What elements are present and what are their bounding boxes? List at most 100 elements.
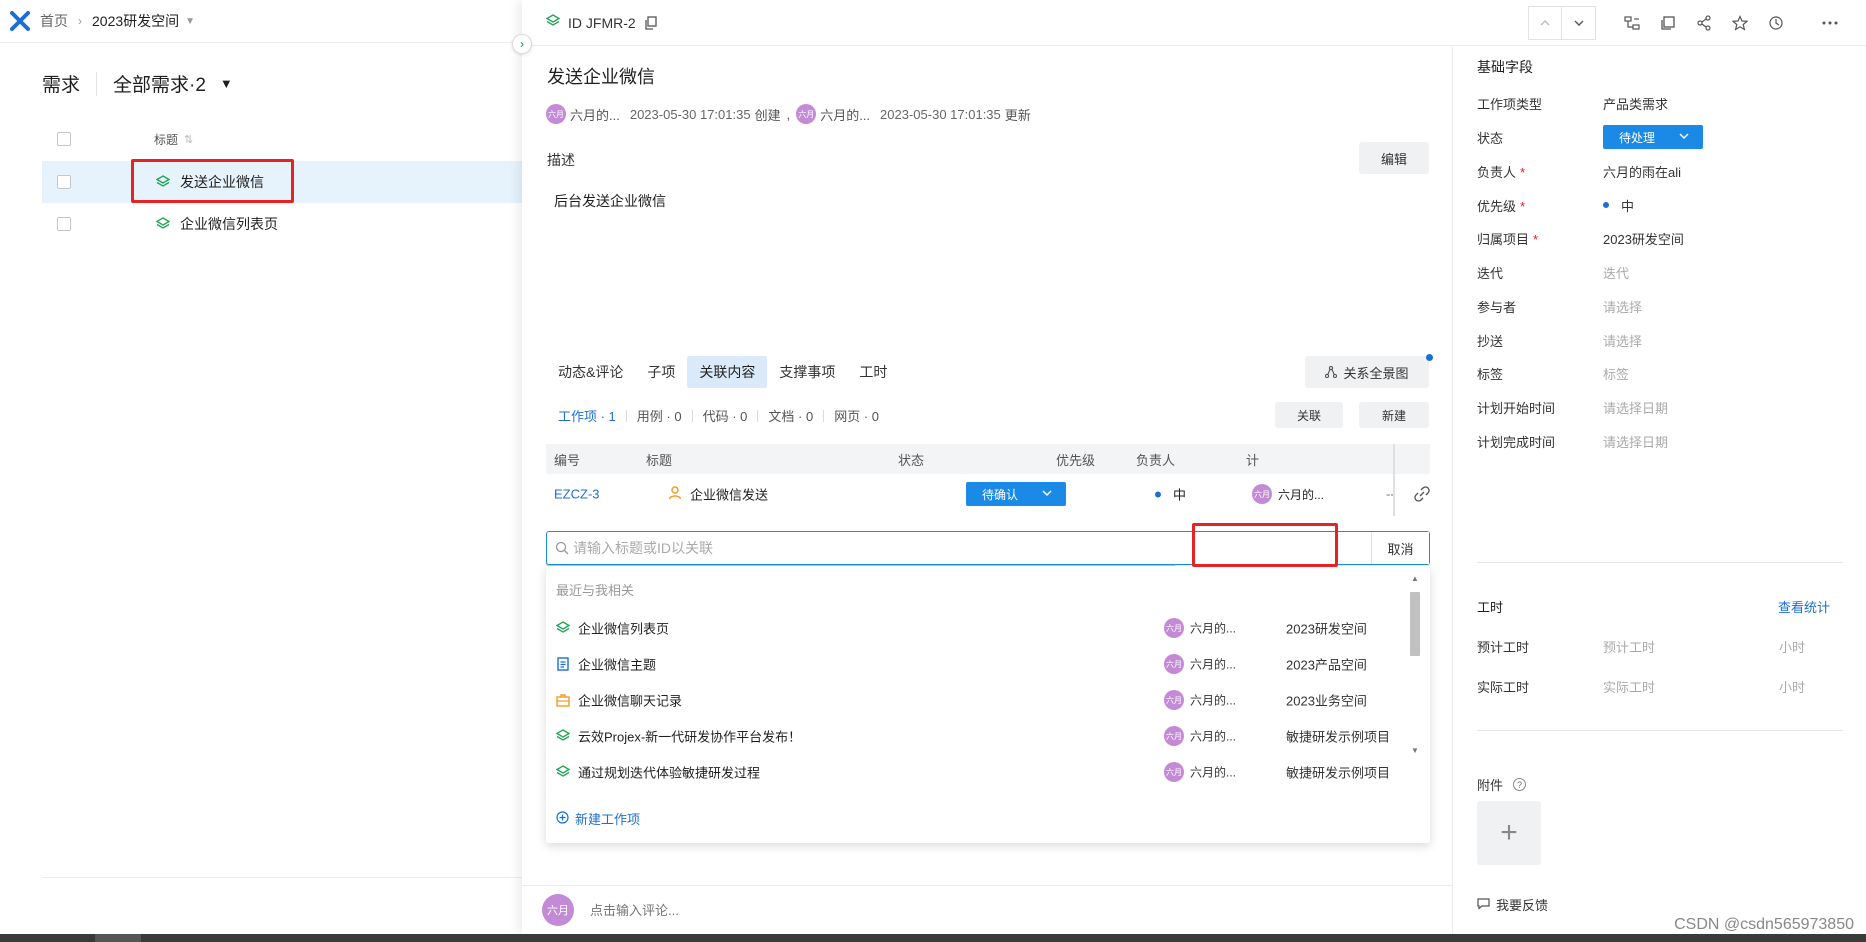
suggestion-title: 企业微信主题 [578,657,657,673]
history-icon[interactable] [1758,6,1794,40]
avatar: 六月 [1164,618,1184,638]
suggestion-item[interactable]: 企业微信主题 六月 六月的... 2023产品空间 [546,646,1406,682]
suggestion-item[interactable]: 通过规划迭代体验敏捷研发过程 六月 六月的... 敏捷研发示例项目 [546,754,1406,790]
caret-down-icon[interactable]: ▼ [220,76,233,91]
unlink-icon[interactable] [1414,486,1430,502]
field-row: 工作项类型 产品类需求 [1477,93,1847,113]
field-placeholder[interactable]: 迭代 [1603,263,1629,282]
caret-down-icon[interactable]: ▼ [185,16,195,27]
select-all-checkbox[interactable] [57,132,71,146]
breadcrumb-home[interactable]: 首页 [40,11,68,31]
subtab-testcases[interactable]: 用例 · 0 [627,406,692,425]
view-filter-selector[interactable]: 全部需求·2 [113,70,206,97]
table-row[interactable]: EZCZ-3 企业微信发送 待确认 中 六月 六月的... -- [546,474,1430,514]
copy-icon[interactable] [644,15,658,30]
scroll-down-icon[interactable]: ▼ [1410,746,1420,755]
field-label: 计划完成时间 [1477,434,1556,450]
subtab-workitems[interactable]: 工作项 · 1 [558,406,626,425]
avatar: 六月 [1164,690,1184,710]
column-header-title[interactable]: 标题 [154,131,178,148]
unit-label: 小时 [1779,680,1806,695]
item-id: ID JFMR-2 [568,14,636,31]
subtab-docs[interactable]: 文档 · 0 [758,406,823,425]
status-dropdown[interactable]: 待确认 [966,482,1066,506]
plus-circle-icon [556,810,569,827]
field-placeholder[interactable]: 请选择 [1603,297,1642,316]
row-checkbox[interactable] [57,175,71,189]
next-item-button[interactable] [1562,6,1596,40]
breadcrumb-project[interactable]: 2023研发空间 [92,11,179,31]
tab-activity[interactable]: 动态&评论 [546,356,635,388]
tab-subitems[interactable]: 子项 [635,356,687,388]
divider [1477,562,1843,563]
more-icon[interactable] [1812,6,1848,40]
priority-dot [1603,202,1609,208]
field-value[interactable]: 产品类需求 [1603,94,1668,113]
suggestion-title: 云效Projex-新一代研发协作平台发布！ [578,729,802,745]
list-item[interactable]: 企业微信列表页 [42,203,522,245]
add-attachment-button[interactable]: + [1477,801,1541,865]
hours-row: 预计工时 预计工时 小时 [1477,637,1847,656]
sort-icon[interactable]: ⇅ [184,133,193,146]
scroll-up-icon[interactable]: ▲ [1410,574,1420,583]
related-item-title[interactable]: 企业微信发送 [668,485,768,504]
tab-hours[interactable]: 工时 [847,356,899,388]
status-dropdown[interactable]: 待处理 [1603,125,1703,149]
notification-dot [1426,354,1433,361]
vertical-scrollbar[interactable] [1410,592,1420,656]
unit-label: 小时 [1779,640,1806,655]
row-checkbox[interactable] [57,217,71,231]
avatar: 六月 [1164,654,1184,674]
view-title: 需求 [42,75,81,96]
field-value[interactable]: 2023研发空间 [1603,229,1684,248]
relation-map-button[interactable]: 关系全景图 [1305,356,1429,388]
field-placeholder[interactable]: 请选择日期 [1603,432,1668,451]
detail-drawer: ID JFMR-2 发送企业微信 六月 六月的... 2023-05-30 17… [522,0,1866,934]
edit-description-button[interactable]: 编辑 [1359,142,1429,174]
suggestion-item[interactable]: 企业微信列表页 六月 六月的... 2023研发空间 [546,610,1406,646]
feedback-link[interactable]: 我要反馈 [1477,895,1548,914]
suggestion-item[interactable]: 企业微信聊天记录 六月 六月的... 2023业务空间 [546,682,1406,718]
suggestion-project: 敏捷研发示例项目 [1286,729,1391,745]
field-value[interactable]: 中 [1603,196,1634,215]
suggestion-project: 敏捷研发示例项目 [1286,765,1391,781]
list-item-title[interactable]: 企业微信列表页 [180,214,278,234]
actual-hours-input[interactable]: 实际工时 [1603,677,1779,696]
star-icon[interactable] [1722,6,1758,40]
priority-value[interactable]: 中 [1155,485,1186,504]
field-placeholder[interactable]: 请选择 [1603,331,1642,350]
field-value[interactable]: 六月的雨在ali [1603,162,1681,181]
comment-input[interactable] [590,902,1190,918]
tab-related[interactable]: 关联内容 [687,356,768,388]
owner-value[interactable]: 六月 六月的... [1252,484,1324,504]
field-placeholder[interactable]: 请选择日期 [1603,398,1668,417]
share-icon[interactable] [1686,6,1722,40]
related-item-id[interactable]: EZCZ-3 [554,487,600,502]
creator-name: 六月的... [570,107,620,123]
cancel-button[interactable]: 取消 [1371,532,1429,564]
help-icon[interactable]: ? [1513,778,1527,791]
previous-item-button[interactable] [1528,6,1562,40]
estimated-hours-input[interactable]: 预计工时 [1603,637,1779,656]
suggestion-item[interactable]: 云效Projex-新一代研发协作平台发布！ 六月 六月的... 敏捷研发示例项目 [546,718,1406,754]
field-row: 迭代 迭代 [1477,262,1847,282]
item-title[interactable]: 发送企业微信 [547,63,655,89]
link-button[interactable]: 关联 [1275,402,1343,428]
new-related-button[interactable]: 新建 [1359,402,1429,428]
subtab-webpages[interactable]: 网页 · 0 [824,406,889,425]
briefcase-icon [556,693,570,707]
field-label: 优先级 * [1477,198,1526,214]
copy-window-icon[interactable] [1650,6,1686,40]
field-row: 标签 标签 [1477,363,1847,383]
graph-icon [1325,366,1338,378]
tab-support[interactable]: 支撑事项 [767,356,847,388]
item-meta: 六月 六月的... 2023-05-30 17:01:35 创建 , 六月 六月… [546,104,1037,124]
app-logo-icon[interactable] [8,9,32,33]
field-placeholder[interactable]: 标签 [1603,364,1629,383]
new-workitem-link[interactable]: 新建工作项 [556,809,640,828]
view-stats-link[interactable]: 查看统计 [1778,597,1830,616]
avatar: 六月 [542,894,574,926]
collapse-drawer-button[interactable]: › [512,34,532,54]
subtab-code[interactable]: 代码 · 0 [693,406,758,425]
tree-icon[interactable] [1614,6,1650,40]
